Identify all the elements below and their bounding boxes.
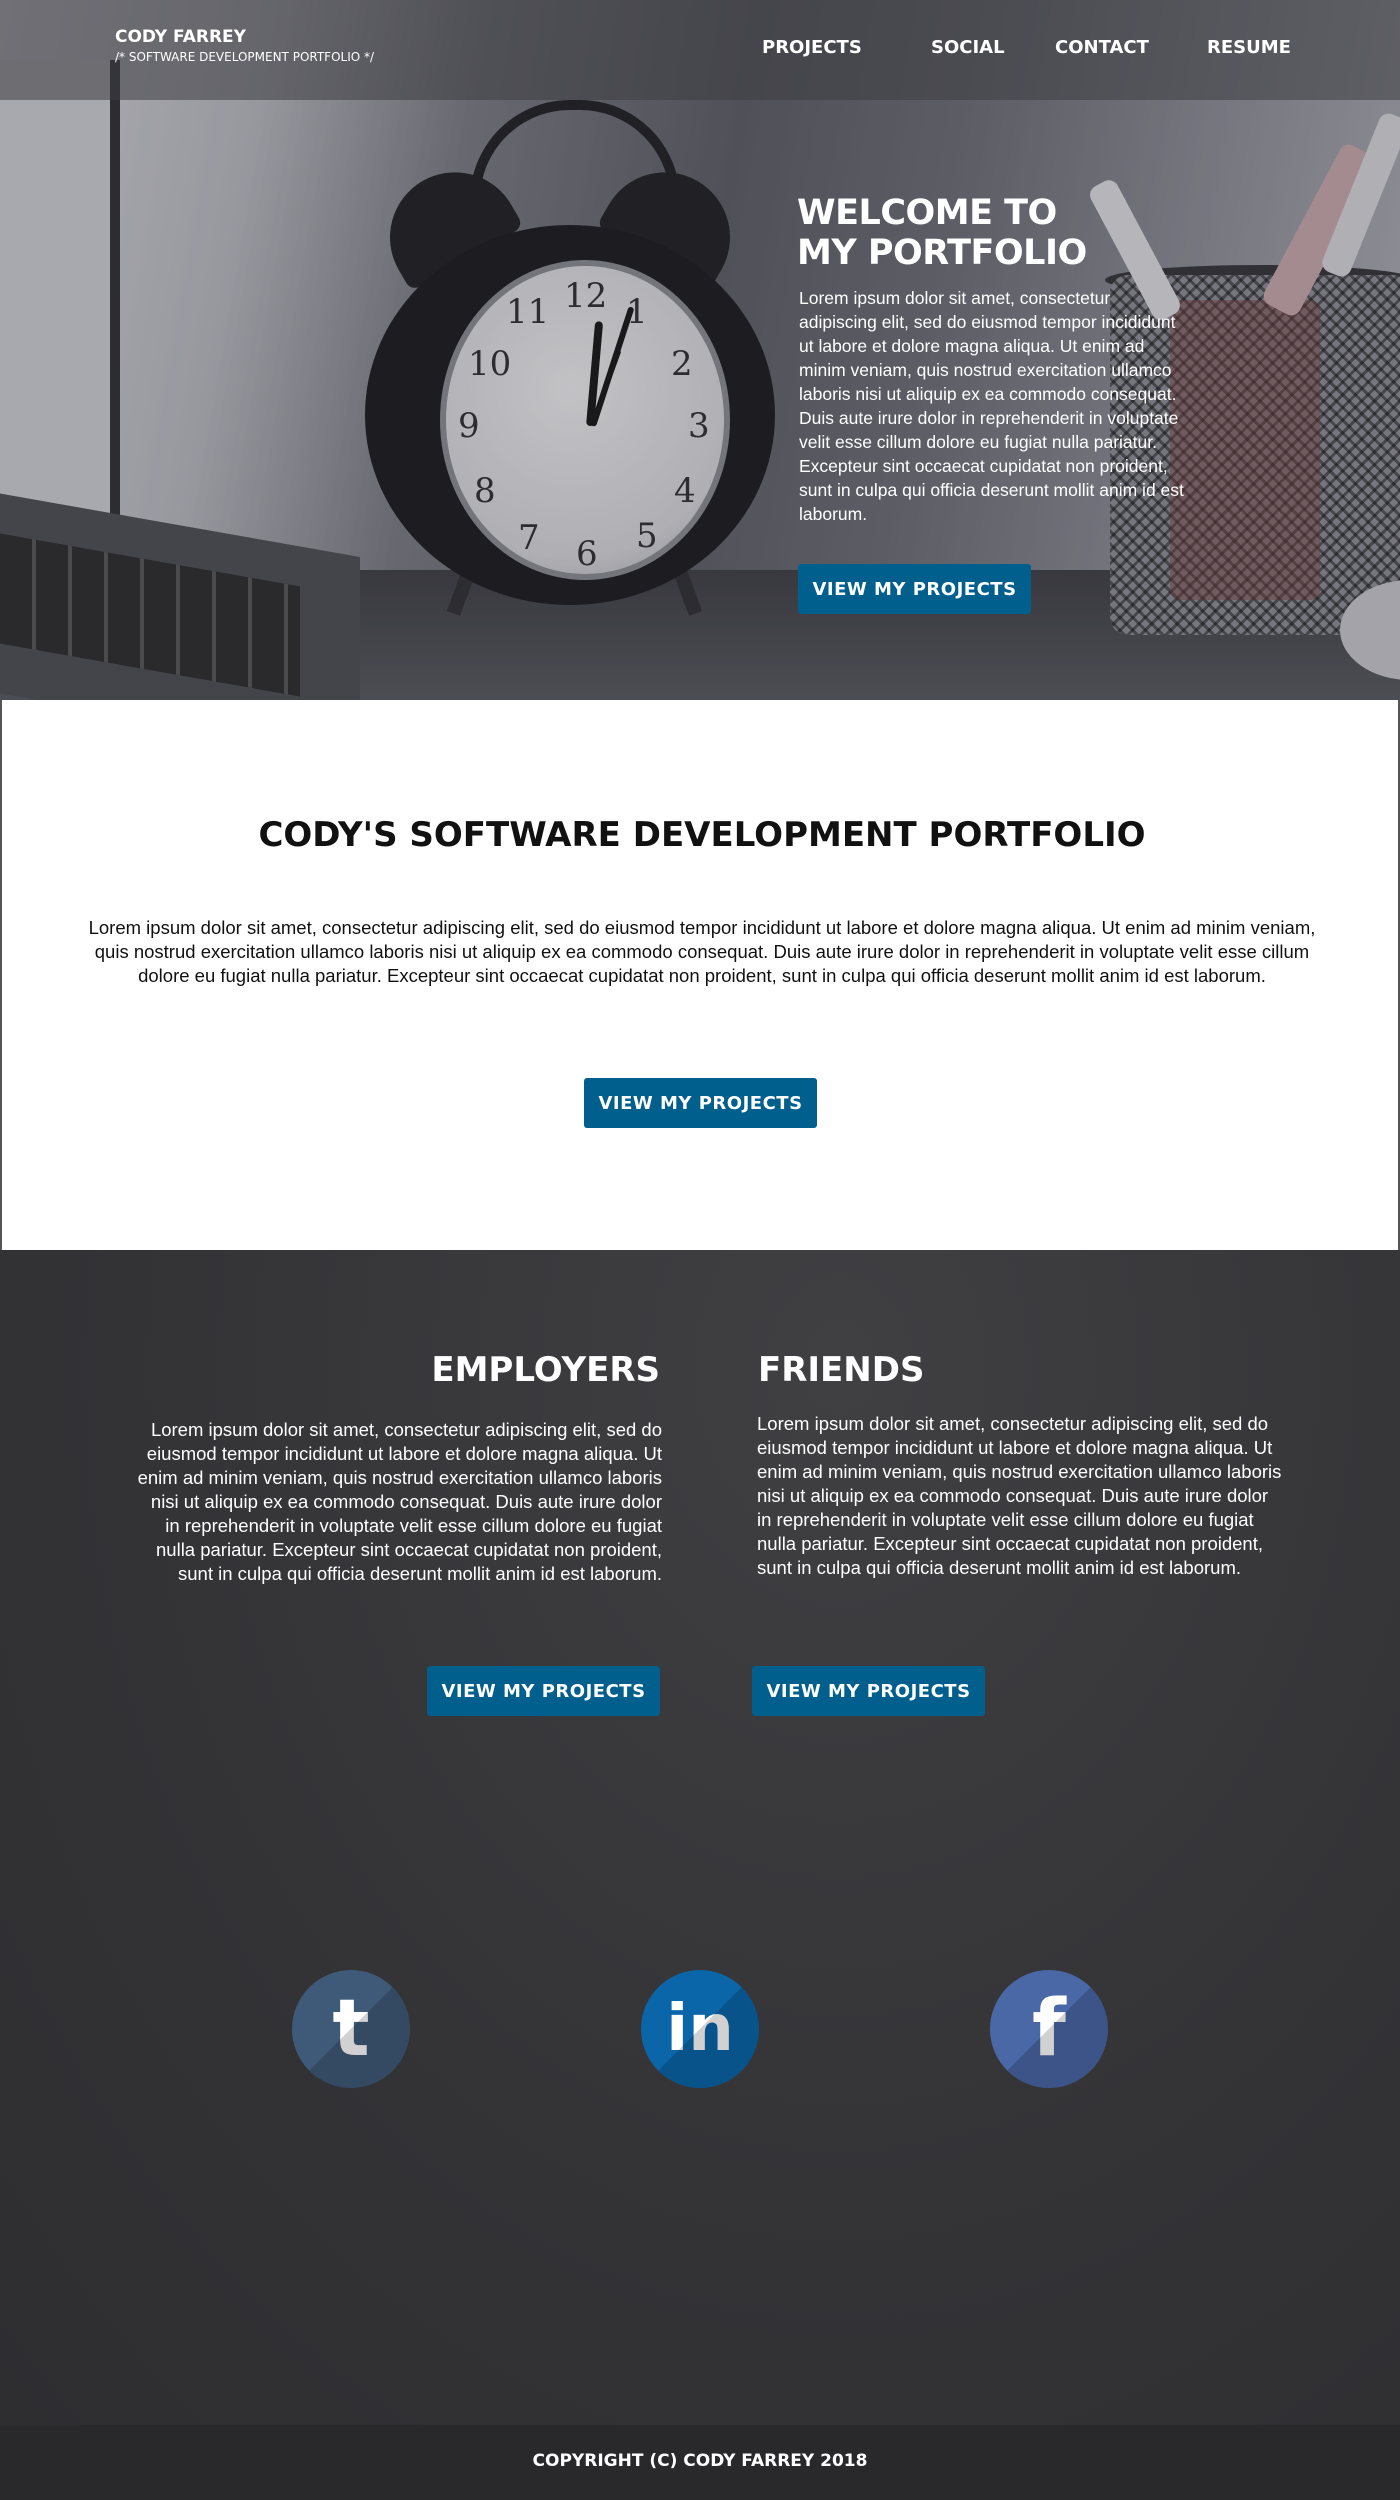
nav-projects-link[interactable]: PROJECTS bbox=[762, 37, 862, 58]
friends-body-text: Lorem ipsum dolor sit amet, consectetur … bbox=[757, 1413, 1282, 1578]
tumblr-icon[interactable]: t bbox=[292, 1970, 410, 2088]
friends-title: FRIENDS bbox=[758, 1350, 925, 1390]
intro-body-text: Lorem ipsum dolor sit amet, consectetur … bbox=[88, 917, 1316, 986]
linkedin-icon[interactable]: in bbox=[641, 1970, 759, 2088]
friends-view-projects-button[interactable]: VIEW MY PROJECTS bbox=[752, 1666, 985, 1716]
nav-contact-link[interactable]: CONTACT bbox=[1055, 37, 1149, 58]
hero-title-line1: WELCOME TO bbox=[797, 193, 1057, 233]
employers-view-projects-button[interactable]: VIEW MY PROJECTS bbox=[427, 1666, 660, 1716]
intro-view-projects-button[interactable]: VIEW MY PROJECTS bbox=[584, 1078, 817, 1128]
hero-view-projects-button[interactable]: VIEW MY PROJECTS bbox=[798, 564, 1031, 614]
hero-title: WELCOME TO MY PORTFOLIO bbox=[797, 193, 1197, 273]
employers-body-text: Lorem ipsum dolor sit amet, consectetur … bbox=[137, 1419, 662, 1584]
hero-title-line2: MY PORTFOLIO bbox=[797, 233, 1087, 273]
intro-section: CODY'S SOFTWARE DEVELOPMENT PORTFOLIO Lo… bbox=[0, 700, 1400, 1250]
nav-social-link[interactable]: SOCIAL bbox=[931, 37, 1005, 58]
intro-title: CODY'S SOFTWARE DEVELOPMENT PORTFOLIO bbox=[258, 815, 1146, 855]
hero-section: 12 1 2 3 4 5 6 7 8 9 10 11 CODY FARREY /… bbox=[0, 0, 1400, 700]
hero-body-text: Lorem ipsum dolor sit amet, consectetur … bbox=[799, 288, 1184, 524]
nav-resume-link[interactable]: RESUME bbox=[1207, 37, 1291, 58]
audience-section: EMPLOYERS Lorem ipsum dolor sit amet, co… bbox=[0, 1250, 1400, 2425]
brand-tagline: /* SOFTWARE DEVELOPMENT PORTFOLIO */ bbox=[115, 50, 375, 64]
employers-title: EMPLOYERS bbox=[431, 1350, 660, 1390]
facebook-icon[interactable]: f bbox=[990, 1970, 1108, 2088]
top-nav-bar: CODY FARREY /* SOFTWARE DEVELOPMENT PORT… bbox=[0, 0, 1400, 100]
copyright-text: COPYRIGHT (C) CODY FARREY 2018 bbox=[532, 2451, 868, 2471]
brand-name[interactable]: CODY FARREY bbox=[115, 27, 246, 47]
footer: COPYRIGHT (C) CODY FARREY 2018 bbox=[0, 2425, 1400, 2500]
